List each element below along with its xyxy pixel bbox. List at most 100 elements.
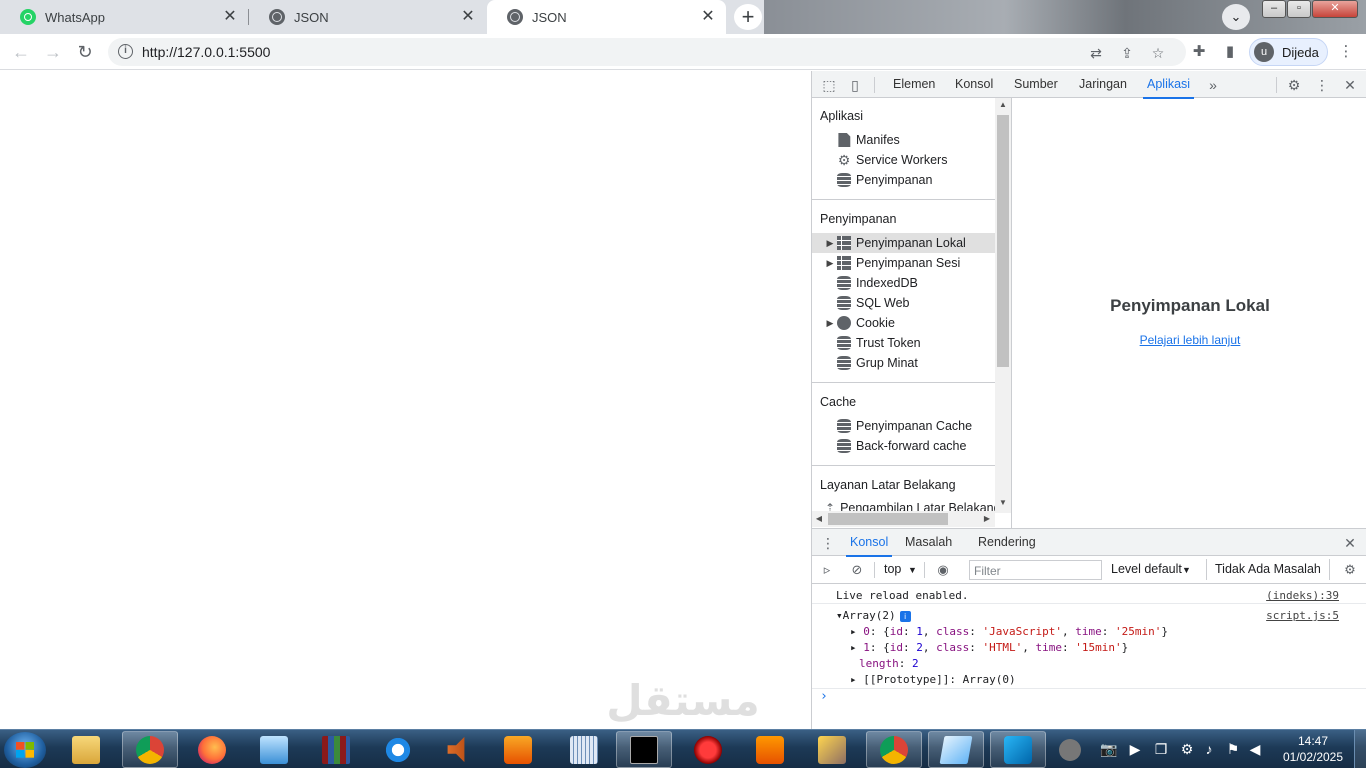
- address-bar[interactable]: i http://127.0.0.1:5500 ⇄ ⇪ ☆: [108, 38, 1186, 66]
- bookmark-star-icon[interactable]: ☆: [1149, 44, 1167, 62]
- log-level-select[interactable]: Level default: [1111, 562, 1182, 576]
- tab-json-active[interactable]: JSON ✕: [487, 0, 726, 34]
- sidebar-item-back-forward-cache[interactable]: Back-forward cache: [812, 436, 995, 456]
- taskbar-tools[interactable]: [804, 731, 860, 768]
- expand-arrow-icon[interactable]: ▸: [850, 641, 863, 654]
- caret-down-icon[interactable]: ▼: [908, 565, 917, 575]
- profile-button[interactable]: u Dijeda: [1249, 38, 1328, 66]
- taskbar-media-player[interactable]: [490, 731, 546, 768]
- system-clock[interactable]: 14:47 01/02/2025: [1282, 733, 1344, 765]
- translate-icon[interactable]: ⇄: [1087, 44, 1105, 62]
- headset-icon[interactable]: ♪: [1200, 740, 1218, 758]
- sidebar-toggle-icon[interactable]: ▹: [818, 561, 836, 579]
- close-icon[interactable]: ✕: [1341, 76, 1359, 94]
- expand-arrow-icon[interactable]: ▶: [824, 238, 836, 249]
- new-tab-button[interactable]: +: [734, 4, 762, 30]
- forward-button[interactable]: →: [40, 39, 66, 65]
- info-icon[interactable]: i: [899, 611, 911, 622]
- learn-more-link[interactable]: Pelajari lebih lanjut: [1013, 333, 1366, 347]
- close-icon[interactable]: ✕: [700, 9, 716, 25]
- tab-whatsapp[interactable]: WhatsApp ✕: [0, 0, 248, 34]
- expand-arrow-icon[interactable]: ▾: [836, 609, 843, 622]
- tab-jaringan[interactable]: Jaringan: [1079, 71, 1127, 98]
- sidebar-item-grup-minat[interactable]: Grup Minat: [812, 353, 995, 373]
- sidebar-item-penyimpanan-sesi[interactable]: ▶ Penyimpanan Sesi: [812, 253, 995, 273]
- array-prototype[interactable]: ▸ [[Prototype]]: Array(0): [850, 673, 1016, 686]
- tab-aplikasi[interactable]: Aplikasi: [1142, 71, 1195, 99]
- caret-down-icon[interactable]: ▼: [1182, 565, 1191, 575]
- taskbar-chrome[interactable]: [122, 731, 178, 768]
- context-select[interactable]: top: [884, 562, 901, 576]
- settings-gear-icon[interactable]: ⚙: [1341, 561, 1359, 579]
- url-text[interactable]: http://127.0.0.1:5500: [142, 44, 270, 60]
- more-tabs-icon[interactable]: »: [1204, 76, 1222, 94]
- scroll-up-arrow-icon[interactable]: ▲: [995, 98, 1011, 112]
- extensions-icon[interactable]: ✚: [1189, 42, 1209, 62]
- taskbar-firefox[interactable]: [184, 731, 240, 768]
- close-icon[interactable]: ✕: [1341, 534, 1359, 552]
- window-close-button[interactable]: ✕: [1312, 0, 1358, 18]
- drawer-menu-icon[interactable]: ⋮: [819, 534, 837, 552]
- taskbar-internet-explorer[interactable]: [370, 731, 426, 768]
- expand-arrow-icon[interactable]: ▶: [824, 258, 836, 269]
- taskbar-winrar[interactable]: [308, 731, 364, 768]
- start-button[interactable]: [4, 732, 46, 768]
- sidebar-item-indexeddb[interactable]: IndexedDB: [812, 273, 995, 293]
- tab-rendering[interactable]: Rendering: [978, 529, 1036, 556]
- expand-arrow-icon[interactable]: ▸: [850, 673, 863, 686]
- expand-arrow-icon[interactable]: ▶: [824, 318, 836, 329]
- sidebar-item-penyimpanan-cache[interactable]: Penyimpanan Cache: [812, 416, 995, 436]
- windows-icon[interactable]: ❐: [1152, 740, 1170, 758]
- show-desktop-button[interactable]: [1354, 730, 1366, 768]
- sidebar-item-cookie[interactable]: ▶ Cookie: [812, 313, 995, 333]
- filter-input[interactable]: Filter: [969, 560, 1102, 580]
- scroll-down-arrow-icon[interactable]: ▼: [995, 496, 1011, 510]
- reload-button[interactable]: ↻: [72, 39, 98, 65]
- taskbar-control-panel[interactable]: [246, 731, 302, 768]
- inspect-element-icon[interactable]: ⬚: [820, 76, 838, 94]
- camera-icon[interactable]: 📷: [1100, 740, 1118, 758]
- volume-icon[interactable]: ◀: [1246, 740, 1264, 758]
- maximize-button[interactable]: ▫: [1287, 0, 1311, 18]
- scrollbar-thumb[interactable]: [997, 115, 1009, 367]
- sidebar-item-service-workers[interactable]: ⚙ Service Workers: [812, 150, 995, 170]
- share-icon[interactable]: ⇪: [1118, 44, 1136, 62]
- side-panel-icon[interactable]: ▮: [1220, 42, 1240, 62]
- clear-console-icon[interactable]: ⊘: [848, 561, 866, 579]
- sidebar-item-penyimpanan-lokal[interactable]: ▶ Penyimpanan Lokal: [812, 233, 995, 253]
- sidebar-item-manifes[interactable]: Manifes: [812, 130, 995, 150]
- console-array-head[interactable]: ▾Array(2) i: [836, 609, 911, 622]
- tab-masalah[interactable]: Masalah: [905, 529, 952, 556]
- console-prompt-icon[interactable]: ›: [820, 689, 828, 704]
- taskbar-speaker[interactable]: [428, 731, 484, 768]
- taskbar-record[interactable]: [680, 731, 736, 768]
- minimize-button[interactable]: –: [1262, 0, 1286, 18]
- taskbar-sublime-text[interactable]: [742, 731, 798, 768]
- close-icon[interactable]: ✕: [460, 9, 476, 25]
- tab-sumber[interactable]: Sumber: [1014, 71, 1058, 98]
- tab-konsol[interactable]: Konsol: [845, 529, 893, 557]
- expand-arrow-icon[interactable]: ▸: [850, 625, 863, 638]
- sidebar-vertical-scrollbar[interactable]: ▲ ▼: [995, 98, 1011, 513]
- close-icon[interactable]: ✕: [222, 9, 238, 25]
- sidebar-item-penyimpanan[interactable]: Penyimpanan: [812, 170, 995, 190]
- menu-dots-icon[interactable]: ⋮: [1313, 76, 1331, 94]
- flag-icon[interactable]: ⚑: [1224, 740, 1242, 758]
- tab-search-button[interactable]: ⌄: [1222, 4, 1250, 30]
- menu-dots-icon[interactable]: ⋮: [1336, 42, 1356, 62]
- video-camera-icon[interactable]: ▶: [1126, 740, 1144, 758]
- source-link[interactable]: script.js:5: [1266, 609, 1339, 622]
- issues-button[interactable]: Tidak Ada Masalah: [1206, 559, 1330, 580]
- scroll-right-arrow-icon[interactable]: ▶: [980, 511, 994, 527]
- eye-icon[interactable]: ◉: [934, 561, 952, 579]
- device-toolbar-icon[interactable]: ▯: [846, 76, 864, 94]
- settings-gear-icon[interactable]: ⚙: [1285, 76, 1303, 94]
- tab-elemen[interactable]: Elemen: [893, 71, 935, 98]
- array-entry[interactable]: ▸ 0: {id: 1, class: 'JavaScript', time: …: [850, 625, 1168, 638]
- settings-gear-icon[interactable]: ⚙: [1178, 740, 1196, 758]
- taskbar-vscode[interactable]: [990, 731, 1046, 768]
- sidebar-horizontal-scrollbar[interactable]: ◀ ▶: [812, 511, 995, 527]
- taskbar-explorer[interactable]: [58, 731, 114, 768]
- info-icon[interactable]: i: [118, 44, 133, 59]
- scroll-left-arrow-icon[interactable]: ◀: [812, 511, 826, 527]
